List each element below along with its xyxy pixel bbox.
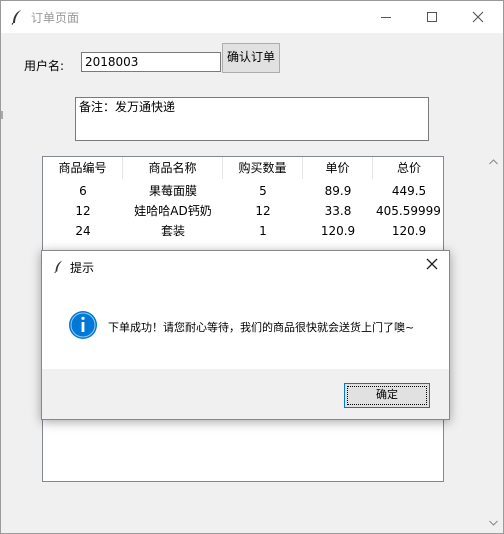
table-cell[interactable]: 5 [223,181,303,201]
feather-icon [11,10,21,25]
table-cell[interactable]: 89.9 [303,181,373,201]
dialog-message: 下单成功！请您耐心等待，我们的商品很快就会送货上门了噢~ [108,321,415,334]
window-title: 订单页面 [31,11,80,25]
minimize-icon [381,17,391,18]
scroll-up-icon[interactable] [489,159,498,165]
column-header[interactable]: 商品编号 [43,157,123,179]
close-icon[interactable] [426,258,438,270]
column-header[interactable]: 商品名称 [123,157,223,179]
dialog-title: 提示 [70,261,95,275]
feather-icon [54,260,63,274]
table-cell[interactable]: 405.59999 [373,201,443,221]
remark-textarea[interactable]: 备注：发万通快递 [75,97,429,141]
username-label: 用户名: [24,59,65,73]
close-icon [472,11,484,23]
maximize-icon [427,12,437,22]
message-dialog: 提示 下单成功！请您耐心等待，我们的商品很快就会送货上门了噢~ 确定 [41,250,450,420]
column-header[interactable]: 总价 [373,157,443,179]
table-cell[interactable]: 套装 [123,221,223,241]
close-button[interactable] [455,1,501,33]
table-cell[interactable]: 449.5 [373,181,443,201]
vertical-scrollbar[interactable] [485,156,503,530]
table-cell[interactable]: 6 [43,181,123,201]
maximize-button[interactable] [409,1,455,33]
column-header[interactable]: 单价 [303,157,373,179]
title-bar: 订单页面 [1,1,503,33]
table-cell[interactable]: 果莓面膜 [123,181,223,201]
ok-button[interactable]: 确定 [344,383,430,408]
table-cell[interactable]: 1 [223,221,303,241]
username-input[interactable]: 2018003 [81,52,221,72]
table-cell[interactable]: 12 [43,201,123,221]
column-header[interactable]: 购买数量 [223,157,303,179]
table-cell[interactable]: 娃哈哈AD钙奶 [123,201,223,221]
table-cell[interactable]: 12 [223,201,303,221]
left-edge-marker [1,111,3,119]
table-cell[interactable]: 33.8 [303,201,373,221]
scroll-down-icon[interactable] [489,520,498,526]
minimize-button[interactable] [363,1,409,33]
confirm-order-button[interactable]: 确认订单 [222,43,280,73]
table-cell[interactable]: 120.9 [303,221,373,241]
info-icon [69,311,97,339]
table-cell[interactable]: 120.9 [373,221,443,241]
table-cell[interactable]: 24 [43,221,123,241]
